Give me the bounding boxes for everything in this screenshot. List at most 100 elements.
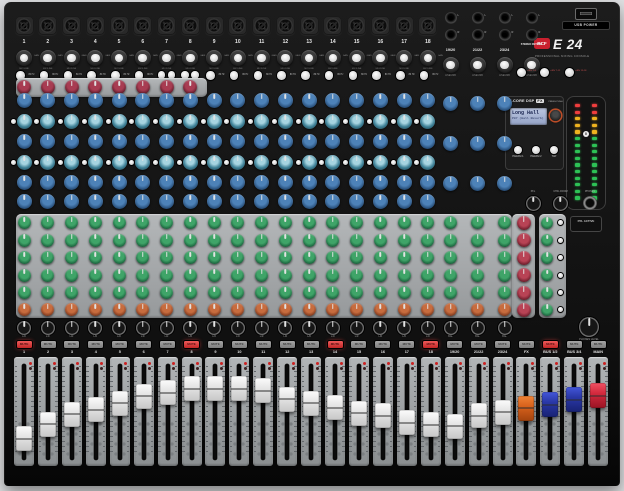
gain-knob[interactable] [87, 50, 103, 66]
eq-band-button[interactable] [153, 160, 158, 165]
aux-send-knob-6[interactable] [471, 303, 484, 316]
aux-send-knob-5[interactable] [184, 286, 197, 299]
aux-send-knob-5[interactable] [279, 286, 292, 299]
eq-band-button[interactable] [82, 119, 87, 124]
eq-knob-hi-mid-freq[interactable] [325, 114, 340, 129]
aux-send-knob-5[interactable] [444, 286, 457, 299]
low-cut-button[interactable] [420, 71, 429, 80]
eq-band-button[interactable] [153, 119, 158, 124]
aux-send-knob-3[interactable] [279, 251, 292, 264]
aux-send-knob-2[interactable] [18, 234, 31, 247]
eq-knob-hi[interactable] [40, 93, 55, 108]
pan-knob[interactable] [255, 321, 269, 335]
eq-band-button[interactable] [248, 160, 253, 165]
pan-knob[interactable] [17, 321, 31, 335]
eq-knob-hi-mid[interactable] [64, 134, 79, 149]
eq-knob-lo-mid-freq[interactable] [302, 155, 317, 170]
dsp-param-button[interactable] [550, 146, 558, 154]
aux-send-knob-3[interactable] [65, 251, 78, 264]
aux-send-knob-1[interactable] [398, 216, 411, 229]
eq-band-button[interactable] [106, 119, 111, 124]
eq-band-button[interactable] [201, 119, 206, 124]
aux-send-knob-6[interactable] [184, 303, 197, 316]
eq-knob-hi-mid[interactable] [230, 134, 245, 149]
mute-button[interactable]: MUTE [328, 341, 343, 348]
aux-send-knob-6[interactable] [208, 303, 221, 316]
aux-send-knob-3[interactable] [444, 251, 457, 264]
gain-knob[interactable] [349, 50, 365, 66]
aux-send-knob-2[interactable] [498, 234, 511, 247]
fader-cap[interactable] [255, 378, 271, 403]
eq-knob-lo-mid[interactable] [17, 175, 32, 190]
aux-send-knob-6[interactable] [303, 303, 316, 316]
eq-band-button[interactable] [177, 119, 182, 124]
eq-band-button[interactable] [319, 160, 324, 165]
aux-send-knob-5[interactable] [398, 286, 411, 299]
aux-master-knob[interactable] [517, 216, 531, 230]
eq-knob-hi-mid-freq[interactable] [373, 114, 388, 129]
return-level-knob[interactable] [541, 269, 553, 281]
eq-knob-lo-mid[interactable] [159, 175, 174, 190]
aux-send-knob-2[interactable] [374, 234, 387, 247]
aux-send-knob-6[interactable] [374, 303, 387, 316]
stereo-eq-knob[interactable] [443, 176, 458, 191]
eq-knob-low[interactable] [302, 194, 317, 209]
eq-knob-lo-mid[interactable] [64, 175, 79, 190]
mute-button[interactable]: MUTE [64, 341, 79, 348]
eq-knob-hi-mid[interactable] [373, 134, 388, 149]
fader-cap[interactable] [566, 387, 582, 412]
fader-cap[interactable] [399, 410, 415, 435]
aux-send-knob-4[interactable] [326, 269, 339, 282]
eq-knob-lo-mid-freq[interactable] [254, 155, 269, 170]
eq-knob-low[interactable] [207, 194, 222, 209]
return-level-knob[interactable] [541, 252, 553, 264]
eq-band-button[interactable] [177, 160, 182, 165]
gain-knob[interactable] [301, 50, 317, 66]
aux-send-knob-6[interactable] [160, 303, 173, 316]
pan-knob[interactable] [326, 321, 340, 335]
phantom-power-button[interactable] [517, 68, 526, 77]
eq-knob-low[interactable] [112, 194, 127, 209]
eq-knob-hi[interactable] [254, 93, 269, 108]
aux-send-knob-1[interactable] [18, 216, 31, 229]
eq-knob-low[interactable] [349, 194, 364, 209]
pan-knob[interactable] [302, 321, 316, 335]
aux-send-knob-2[interactable] [160, 234, 173, 247]
control-room-knob[interactable] [553, 196, 568, 211]
pan-knob[interactable] [88, 321, 102, 335]
eq-knob-hi-mid[interactable] [302, 134, 317, 149]
aux-send-knob-5[interactable] [208, 286, 221, 299]
fader-cap[interactable] [351, 401, 367, 426]
eq-knob-hi-mid[interactable] [135, 134, 150, 149]
eq-band-button[interactable] [58, 160, 63, 165]
eq-band-button[interactable] [224, 160, 229, 165]
eq-knob-hi-mid-freq[interactable] [40, 114, 55, 129]
aux-send-knob-1[interactable] [184, 216, 197, 229]
fader-cap[interactable] [542, 392, 558, 417]
mute-button[interactable]: MUTE [208, 341, 223, 348]
aux-send-knob-3[interactable] [184, 251, 197, 264]
gain-knob[interactable] [325, 50, 341, 66]
fader-cap[interactable] [184, 376, 200, 401]
eq-knob-hi[interactable] [302, 93, 317, 108]
comp-knob[interactable] [41, 80, 55, 94]
eq-knob-lo-mid-freq[interactable] [159, 155, 174, 170]
eq-band-button[interactable] [319, 119, 324, 124]
mute-button[interactable]: MUTE [304, 341, 319, 348]
eq-knob-hi[interactable] [64, 93, 79, 108]
dsp-encoder-knob[interactable] [550, 110, 561, 121]
eq-knob-low[interactable] [17, 194, 32, 209]
pan-knob[interactable] [41, 321, 55, 335]
aux-send-knob-3[interactable] [255, 251, 268, 264]
aux-send-knob-1[interactable] [444, 216, 457, 229]
fader-cap[interactable] [64, 402, 80, 427]
pan-knob[interactable] [421, 321, 435, 335]
aux-send-knob-4[interactable] [398, 269, 411, 282]
gain-knob[interactable] [254, 50, 270, 66]
eq-knob-low[interactable] [159, 194, 174, 209]
eq-knob-lo-mid-freq[interactable] [40, 155, 55, 170]
aux-send-knob-6[interactable] [398, 303, 411, 316]
aux-send-knob-6[interactable] [113, 303, 126, 316]
eq-knob-lo-mid[interactable] [254, 175, 269, 190]
eq-knob-lo-mid-freq[interactable] [278, 155, 293, 170]
